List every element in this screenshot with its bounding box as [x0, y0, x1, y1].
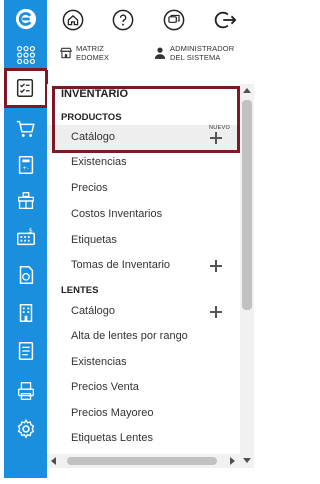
hscroll-thumb[interactable]: [67, 457, 217, 465]
menu-item-label: Existencias: [71, 156, 127, 168]
section-title: INVENTARIO: [61, 88, 129, 100]
horizontal-scrollbar[interactable]: [47, 454, 240, 468]
document-sync-icon: [19, 266, 33, 284]
top-toolbar: [47, 0, 254, 40]
context-bar: MATRIZ EDOMEX ADMINISTRADOR DEL SISTEMA: [47, 40, 254, 70]
user-info[interactable]: ADMINISTRADOR DEL SISTEMA: [153, 44, 234, 62]
logout-button[interactable]: [214, 9, 238, 31]
menu-item-lentes-precios-venta[interactable]: Precios Venta: [47, 375, 240, 400]
building-icon: [19, 304, 32, 322]
new-badge: NUEVO: [209, 125, 231, 131]
calculator-doc-icon: +-: [18, 156, 33, 174]
user-icon: [154, 47, 166, 59]
branch-name: MATRIZ: [76, 44, 104, 53]
scroll-right-arrow-icon[interactable]: [230, 457, 235, 465]
menu-item-productos-catalogo[interactable]: Catálogo NUEVO: [47, 125, 240, 150]
menu-item-label: Catálogo: [71, 305, 116, 317]
home-button[interactable]: [62, 9, 84, 31]
menu-item-label: Precios: [71, 182, 108, 194]
inventory-checklist-icon: [16, 79, 34, 97]
app-logo-icon: [15, 8, 36, 30]
apps-grid-icon: [16, 45, 35, 65]
rail-item-apps[interactable]: [4, 38, 47, 72]
store-icon: [17, 192, 34, 209]
cash-register-icon: $: [16, 226, 35, 246]
scroll-up-arrow-icon[interactable]: [243, 88, 251, 93]
menu-item-lentes-alta-rango[interactable]: Alta de lentes por rango: [47, 324, 240, 349]
menu-item-productos-existencias[interactable]: Existencias: [47, 150, 240, 175]
scroll-thumb[interactable]: [242, 100, 252, 310]
scroll-down-arrow-icon[interactable]: [243, 458, 251, 463]
help-icon: [112, 9, 134, 31]
menu-item-label: Existencias: [71, 356, 127, 368]
rail-item-sales[interactable]: [4, 112, 47, 146]
rail-item-inventory-active[interactable]: [14, 77, 36, 99]
rail-item-store[interactable]: [4, 184, 47, 218]
help-button[interactable]: [112, 9, 134, 31]
rail-item-cash-register[interactable]: $: [4, 220, 47, 254]
menu-item-lentes-existencias[interactable]: Existencias: [47, 350, 240, 375]
rail-item-building[interactable]: [4, 296, 47, 330]
printer-doc-icon: [17, 382, 34, 400]
report-doc-icon: [18, 342, 33, 360]
gear-icon: [17, 418, 34, 439]
add-tomas-inventario-button[interactable]: [210, 260, 222, 272]
rail-item-settings[interactable]: [4, 412, 47, 446]
rail-item-calculator[interactable]: +-: [4, 148, 47, 182]
menu-item-productos-costos[interactable]: Costos Inventarios: [47, 202, 240, 227]
menu-item-productos-etiquetas[interactable]: Etiquetas: [47, 228, 240, 253]
user-role: ADMINISTRADOR: [170, 44, 235, 53]
menu-item-label: Precios Venta: [71, 381, 139, 393]
menu-item-productos-precios[interactable]: Precios: [47, 176, 240, 201]
app-window: +- $ MATRIZ EDOMEX ADMINISTRADOR DEL SIS…: [0, 0, 254, 484]
add-lentes-catalogo-button[interactable]: [210, 306, 222, 318]
menu-item-productos-tomas[interactable]: Tomas de Inventario: [47, 253, 240, 278]
chat-button[interactable]: [163, 9, 185, 31]
menu-item-lentes-catalogo[interactable]: Catálogo: [47, 299, 240, 324]
rail-item-print[interactable]: [4, 374, 47, 408]
group-title-lentes: LENTES: [61, 285, 99, 296]
scroll-left-arrow-icon[interactable]: [51, 457, 56, 465]
rail-item-document-sync[interactable]: [4, 258, 47, 292]
menu-item-lentes-etiquetas[interactable]: Etiquetas Lentes: [47, 426, 240, 451]
rail-item-reports[interactable]: [4, 334, 47, 368]
inventory-menu-panel: INVENTARIO PRODUCTOS Catálogo NUEVO Exis…: [47, 84, 240, 454]
logout-icon: [214, 11, 237, 29]
store-icon: [59, 47, 73, 59]
menu-item-label: Costos Inventarios: [71, 208, 163, 220]
menu-item-label: Etiquetas Lentes: [71, 432, 153, 444]
user-role-sub: DEL SISTEMA: [170, 53, 221, 62]
vertical-scrollbar[interactable]: [240, 84, 254, 468]
menu-item-label: Etiquetas: [71, 234, 117, 246]
menu-item-label: Tomas de Inventario: [71, 259, 171, 271]
svg-text:$: $: [28, 226, 32, 234]
cart-icon: [16, 120, 35, 137]
menu-item-label: Catálogo: [71, 131, 116, 143]
add-productos-catalogo-button[interactable]: [210, 132, 222, 144]
group-title-productos: PRODUCTOS: [61, 112, 122, 123]
svg-text:+-: +-: [22, 166, 29, 172]
chat-icon: [163, 9, 185, 31]
branch-selector[interactable]: MATRIZ EDOMEX: [59, 44, 109, 62]
rail-item-home-logo[interactable]: [4, 2, 47, 36]
branch-region: EDOMEX: [76, 53, 110, 62]
home-icon: [62, 9, 84, 31]
menu-item-lentes-precios-mayoreo[interactable]: Precios Mayoreo: [47, 401, 240, 426]
menu-item-label: Precios Mayoreo: [71, 407, 154, 419]
menu-item-label: Alta de lentes por rango: [71, 330, 188, 342]
